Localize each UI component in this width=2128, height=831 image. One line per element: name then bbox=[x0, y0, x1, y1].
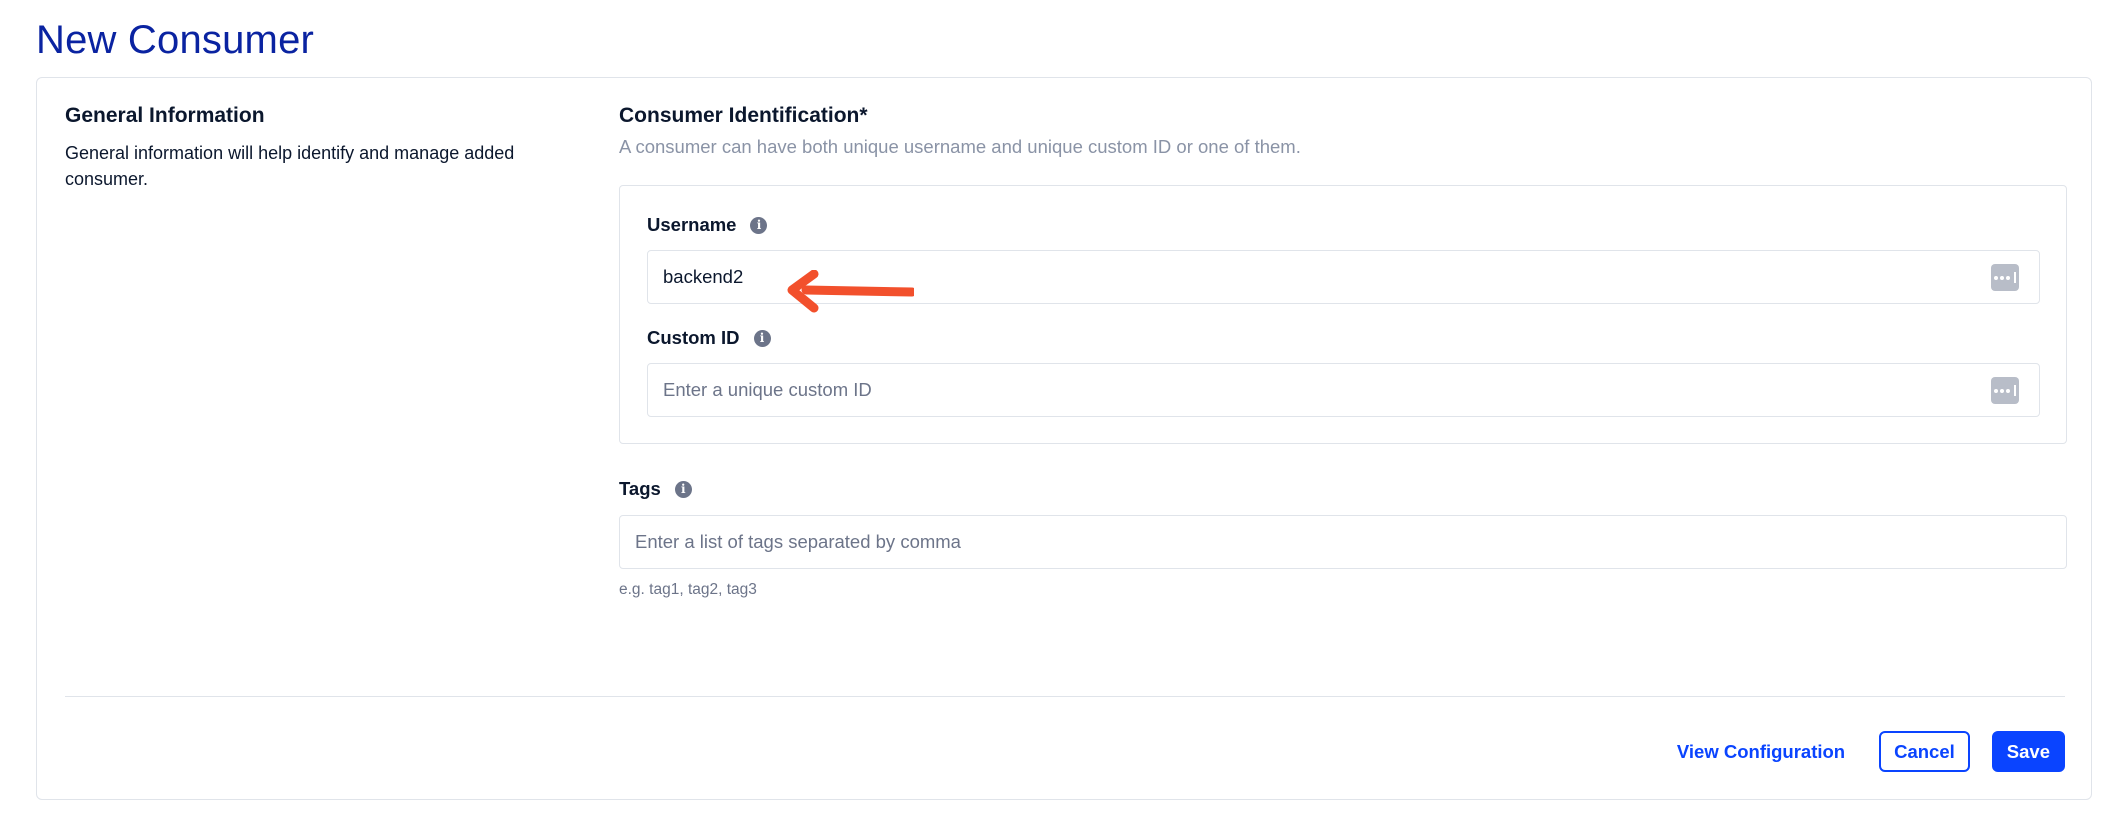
cancel-button[interactable]: Cancel bbox=[1879, 731, 1970, 772]
general-information-title: General Information bbox=[65, 104, 265, 127]
custom-id-label: Custom ID i bbox=[647, 327, 771, 349]
custom-id-input[interactable]: Enter a unique custom ID bbox=[647, 363, 2040, 417]
username-value[interactable]: backend2 bbox=[663, 266, 743, 288]
view-configuration-button[interactable]: View Configuration bbox=[1677, 741, 1845, 763]
identification-box: Username i backend2 Custom ID i Enter a … bbox=[619, 185, 2067, 444]
form-footer: View Configuration Cancel Save bbox=[1677, 731, 2065, 772]
consumer-identification-description: A consumer can have both unique username… bbox=[619, 136, 1301, 157]
page-title: New Consumer bbox=[36, 18, 315, 62]
general-information-description: General information will help identify a… bbox=[65, 143, 515, 189]
tags-placeholder[interactable]: Enter a list of tags separated by comma bbox=[635, 531, 961, 553]
custom-id-placeholder[interactable]: Enter a unique custom ID bbox=[663, 379, 872, 401]
custom-id-info-icon[interactable]: i bbox=[753, 329, 771, 347]
consumer-identification-section: Consumer Identification* A consumer can … bbox=[619, 104, 2067, 599]
password-generator-icon[interactable] bbox=[1991, 377, 2019, 404]
tags-help-text: e.g. tag1, tag2, tag3 bbox=[619, 581, 757, 598]
username-label: Username i bbox=[647, 214, 768, 236]
tags-input[interactable]: Enter a list of tags separated by comma bbox=[619, 515, 2067, 569]
consumer-identification-title: Consumer Identification* bbox=[619, 104, 868, 127]
password-generator-icon[interactable] bbox=[1991, 264, 2019, 291]
general-information-section: General Information General information … bbox=[65, 104, 585, 192]
username-label-text: Username bbox=[647, 214, 737, 235]
tags-label: Tags i bbox=[619, 478, 2067, 500]
save-button[interactable]: Save bbox=[1991, 731, 2065, 772]
tags-info-icon[interactable]: i bbox=[674, 480, 692, 498]
username-info-icon[interactable]: i bbox=[750, 216, 768, 234]
consumer-form-card: General Information General information … bbox=[36, 77, 2092, 800]
custom-id-label-text: Custom ID bbox=[647, 327, 740, 348]
tags-label-text: Tags bbox=[619, 478, 661, 499]
red-arrow-annotation-icon bbox=[787, 270, 914, 313]
footer-divider bbox=[65, 696, 2065, 697]
